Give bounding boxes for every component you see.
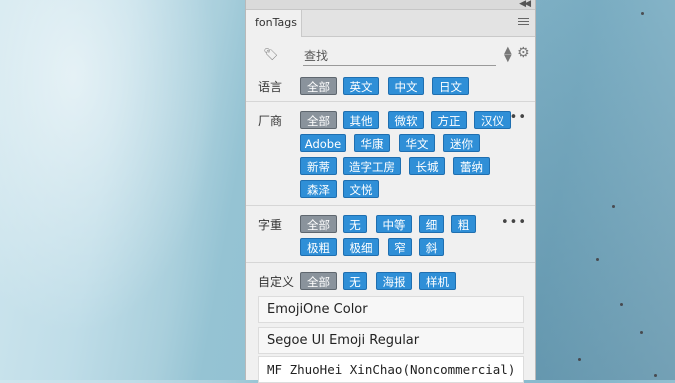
background-speck — [596, 258, 599, 261]
chip[interactable]: 中等 — [376, 215, 412, 233]
group-label: 字重 — [258, 218, 283, 232]
chip[interactable]: 海报 — [376, 272, 412, 290]
chip[interactable]: 细 — [419, 215, 444, 233]
background-speck — [640, 331, 643, 334]
chip[interactable]: Adobe — [300, 134, 346, 152]
panel-top-strip: ◀◀ — [246, 0, 535, 10]
filter-group-vendor: 厂商 ••• 全部 其他 微软 方正 汉仪 Adobe 华康 华文 迷你 新蒂 … — [246, 101, 535, 206]
background-speck — [612, 205, 615, 208]
tab-fontags[interactable]: fonTags — [246, 10, 302, 37]
group-label: 自定义 — [258, 275, 295, 289]
background-speck — [620, 303, 623, 306]
chip[interactable]: 日文 — [432, 77, 469, 95]
background-speck — [641, 12, 644, 15]
chip[interactable]: 中文 — [388, 77, 424, 95]
chip[interactable]: 斜 — [419, 238, 444, 256]
filter-group-weight: 字重 ••• 全部 无 中等 细 粗 极粗 极细 窄 斜 — [246, 205, 535, 263]
chip[interactable]: 迷你 — [443, 134, 480, 152]
menu-icon[interactable] — [518, 18, 529, 27]
chip[interactable]: 全部 — [300, 215, 337, 233]
font-list-item[interactable]: MF ZhuoHei XinChao(Noncommercial) Regula… — [258, 356, 524, 383]
chip[interactable]: 造字工房 — [343, 157, 401, 175]
chip[interactable]: 森泽 — [300, 180, 337, 198]
chip[interactable]: 方正 — [431, 111, 467, 129]
tag-icon: 🏷 — [263, 47, 279, 61]
chip[interactable]: 全部 — [300, 77, 337, 95]
chip[interactable]: 粗 — [451, 215, 476, 233]
chip[interactable]: 长城 — [409, 157, 445, 175]
desktop-background-left — [0, 0, 245, 380]
sort-icon[interactable]: ▲ ▼ — [504, 46, 512, 64]
chip[interactable]: 全部 — [300, 272, 337, 290]
filter-group-custom: 自定义 全部 无 海报 样机 — [246, 262, 535, 294]
chip[interactable]: 汉仪 — [474, 111, 511, 129]
font-list-item[interactable]: EmojiOne Color — [258, 296, 524, 323]
gear-icon[interactable]: ⚙ — [517, 45, 530, 61]
fontags-panel: ◀◀ fonTags 🏷 ▲▼ ⚙ 语言 全部 英文 中文 日文 厂商 ••• … — [245, 0, 536, 383]
background-speck — [654, 374, 657, 377]
chip[interactable]: 蕾纳 — [453, 157, 490, 175]
chip[interactable]: 极细 — [343, 238, 379, 256]
chip[interactable]: 无 — [343, 215, 367, 233]
chip[interactable]: 无 — [343, 272, 367, 290]
chip[interactable]: 文悦 — [343, 180, 379, 198]
chip[interactable]: 英文 — [343, 77, 379, 95]
chip[interactable]: 窄 — [388, 238, 412, 256]
search-row: 🏷 ▲▼ ⚙ — [246, 44, 535, 66]
chip[interactable]: 华康 — [354, 134, 390, 152]
collapse-icon[interactable]: ◀◀ — [519, 0, 531, 10]
chip[interactable]: 新蒂 — [300, 157, 337, 175]
chip[interactable]: 全部 — [300, 111, 337, 129]
desktop-background-right — [536, 0, 675, 380]
chip[interactable]: 华文 — [399, 134, 435, 152]
filter-group-language: 语言 全部 英文 中文 日文 — [246, 70, 535, 101]
chip[interactable]: 极粗 — [300, 238, 337, 256]
chip[interactable]: 微软 — [388, 111, 424, 129]
background-speck — [578, 358, 581, 361]
group-label: 语言 — [258, 80, 283, 94]
tab-bar: fonTags — [246, 10, 535, 37]
chip[interactable]: 其他 — [343, 111, 379, 129]
chip[interactable]: 样机 — [419, 272, 456, 290]
font-list-item[interactable]: Segoe UI Emoji Regular — [258, 327, 524, 354]
group-label: 厂商 — [258, 114, 283, 128]
search-input[interactable] — [303, 46, 496, 66]
more-icon[interactable]: ••• — [501, 215, 527, 230]
